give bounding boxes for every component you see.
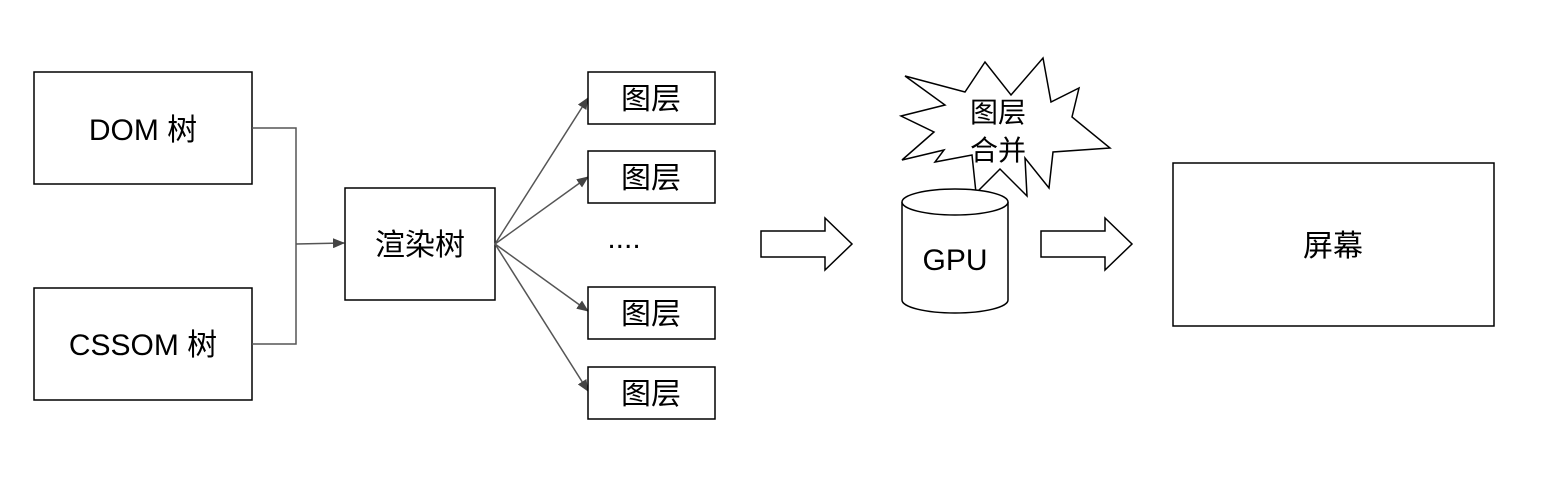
cssom-tree-node: CSSOM 树 bbox=[33, 287, 253, 401]
render-tree-label: 渲染树 bbox=[375, 229, 465, 262]
layer-node: 图层 bbox=[587, 366, 716, 420]
layer-node: 图层 bbox=[587, 150, 716, 204]
layer-label: 图层 bbox=[621, 162, 681, 195]
cssom-tree-label: CSSOM 树 bbox=[69, 329, 217, 362]
dom-tree-node: DOM 树 bbox=[33, 71, 253, 185]
block-arrow-to-screen bbox=[1040, 216, 1134, 272]
merge-label-line1: 图层 bbox=[970, 97, 1026, 128]
merge-connector bbox=[252, 127, 345, 345]
layer-node: 图层 bbox=[587, 286, 716, 340]
merge-label-line2: 合并 bbox=[970, 135, 1026, 166]
gpu-node: GPU bbox=[901, 188, 1009, 314]
screen-label: 屏幕 bbox=[1303, 230, 1363, 263]
dom-tree-label: DOM 树 bbox=[89, 114, 197, 147]
layers-ellipsis: .... bbox=[607, 222, 640, 255]
layer-label: 图层 bbox=[621, 378, 681, 411]
rendering-pipeline-diagram: DOM 树 CSSOM 树 渲染树 图层 图层 .... 图层 图层 图层 合并… bbox=[33, 56, 1495, 420]
layer-merge-burst: 图层 合并 bbox=[898, 56, 1112, 198]
screen-node: 屏幕 bbox=[1172, 162, 1495, 327]
render-tree-node: 渲染树 bbox=[344, 187, 496, 301]
block-arrow-to-gpu bbox=[760, 216, 854, 272]
gpu-label: GPU bbox=[922, 244, 987, 277]
layer-label: 图层 bbox=[621, 83, 681, 116]
layer-arrows bbox=[494, 97, 589, 392]
layer-node: 图层 bbox=[587, 71, 716, 125]
layer-label: 图层 bbox=[621, 298, 681, 331]
